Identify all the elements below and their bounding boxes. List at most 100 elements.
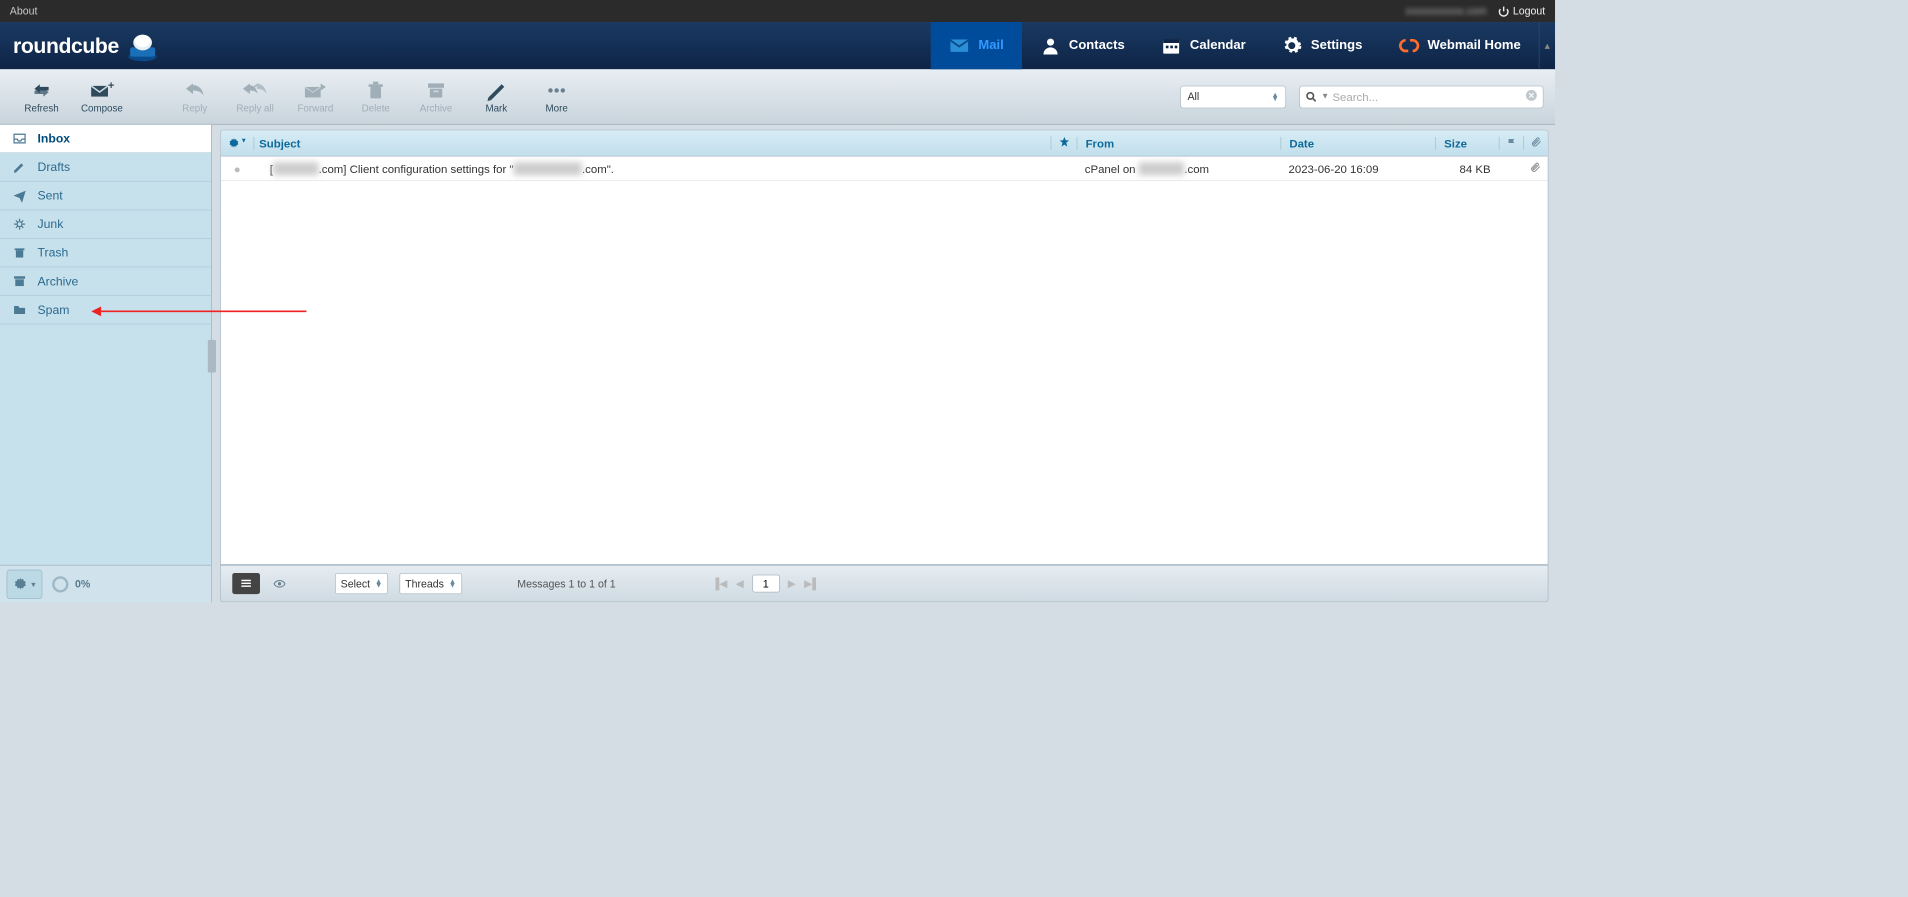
folder-trash[interactable]: Trash: [0, 239, 211, 268]
trash-folder-icon: [11, 245, 27, 260]
folder-inbox[interactable]: Inbox: [0, 125, 211, 154]
gear-icon: [1282, 35, 1303, 56]
star-icon: [1058, 136, 1069, 147]
search-icon: [1305, 90, 1318, 103]
reply-icon: [183, 79, 207, 100]
quota-circle-icon: [52, 576, 68, 592]
folder-archive[interactable]: Archive: [0, 267, 211, 296]
message-subject: [xxxxxxxx.com] Client configuration sett…: [253, 162, 1050, 175]
search-options-caret[interactable]: ▼: [1321, 92, 1329, 101]
main-area: Inbox Drafts Sent Junk Trash Archive: [0, 125, 1555, 603]
folder-icon: [11, 302, 27, 317]
contacts-icon: [1040, 35, 1061, 56]
folder-sidebar: Inbox Drafts Sent Junk Trash Archive: [0, 125, 212, 603]
last-page-button: ▶▌: [804, 577, 820, 590]
compose-icon: +: [90, 79, 114, 100]
more-button[interactable]: More: [526, 79, 586, 113]
folder-sent[interactable]: Sent: [0, 182, 211, 211]
column-star[interactable]: [1051, 136, 1077, 150]
delete-button: Delete: [346, 79, 406, 113]
gear-icon: [12, 576, 28, 592]
archive-folder-icon: [11, 274, 27, 289]
toolbar: Refresh + Compose Reply Reply all Forwar…: [0, 69, 1555, 124]
folder-drafts[interactable]: Drafts: [0, 153, 211, 182]
refresh-icon: [29, 79, 53, 100]
message-list: ▼ Subject From Date Size ● [xxx: [220, 130, 1548, 565]
gear-icon: [227, 137, 240, 150]
search-input[interactable]: [1332, 90, 1521, 103]
pager: ▐◀ ◀ ▶ ▶▌: [712, 575, 820, 593]
folder-junk[interactable]: Junk: [0, 210, 211, 239]
column-size[interactable]: Size: [1435, 137, 1499, 150]
compose-button[interactable]: + Compose: [72, 79, 132, 113]
sidebar-splitter[interactable]: [208, 340, 216, 373]
nav-tab-webmail-home[interactable]: Webmail Home: [1380, 22, 1538, 69]
list-options-button[interactable]: ▼: [221, 137, 254, 150]
message-from: cPanel on xxxxxxxx.com: [1077, 162, 1281, 175]
roundcube-logo-icon: [124, 27, 161, 64]
cpanel-icon: [1398, 35, 1419, 56]
annotation-arrow: [95, 311, 307, 313]
list-footer: Select ▲▼ Threads ▲▼ Messages 1 to 1 of …: [220, 565, 1548, 602]
sent-icon: [11, 188, 27, 203]
nav-tab-calendar[interactable]: Calendar: [1143, 22, 1264, 69]
attachment-icon: [1530, 136, 1541, 147]
calendar-icon: [1161, 35, 1182, 56]
first-page-button: ▐◀: [712, 577, 728, 590]
message-row[interactable]: ● [xxxxxxxx.com] Client configuration se…: [221, 156, 1548, 180]
more-icon: [544, 79, 568, 100]
flag-icon: [1507, 137, 1517, 147]
junk-icon: [11, 217, 27, 232]
nav-dropdown-caret[interactable]: ▴: [1539, 22, 1555, 69]
reply-all-icon: [243, 79, 267, 100]
svg-text:+: +: [108, 80, 114, 92]
forward-icon: [303, 79, 327, 100]
column-date[interactable]: Date: [1280, 137, 1435, 150]
column-from[interactable]: From: [1077, 137, 1281, 150]
archive-icon: [424, 79, 448, 100]
prev-page-button: ◀: [736, 577, 744, 590]
user-email: xxxxxxxxxxx.com: [1406, 5, 1487, 17]
sidebar-footer: ▼ 0%: [0, 565, 211, 602]
read-status-icon: ●: [221, 162, 254, 175]
list-icon: [239, 578, 254, 589]
pencil-icon: [11, 160, 27, 175]
reply-all-button: Reply all: [225, 79, 285, 113]
search-box: ▼: [1299, 85, 1544, 108]
top-bar: About xxxxxxxxxxx.com Logout: [0, 0, 1555, 22]
forward-button: Forward: [285, 79, 345, 113]
message-count-status: Messages 1 to 1 of 1: [517, 577, 615, 589]
message-date: 2023-06-20 16:09: [1280, 162, 1435, 175]
nav-bar: roundcube Mail Contacts Calendar Setting…: [0, 22, 1555, 69]
logout-link[interactable]: Logout: [1498, 5, 1545, 17]
select-dropdown[interactable]: Select ▲▼: [335, 573, 388, 594]
refresh-button[interactable]: Refresh: [11, 79, 71, 113]
nav-tab-mail[interactable]: Mail: [931, 22, 1022, 69]
column-attachment[interactable]: [1523, 136, 1547, 150]
message-attachment-icon: [1523, 161, 1547, 175]
reply-button: Reply: [165, 79, 225, 113]
mark-icon: [484, 79, 508, 100]
archive-button: Archive: [406, 79, 466, 113]
power-icon: [1498, 5, 1509, 16]
column-subject[interactable]: Subject: [253, 137, 1050, 150]
message-list-header: ▼ Subject From Date Size: [221, 130, 1548, 156]
folder-actions-button[interactable]: ▼: [7, 569, 43, 598]
logo: roundcube: [0, 22, 161, 69]
preview-toggle[interactable]: [271, 576, 287, 591]
quota-display: 0%: [52, 576, 90, 592]
list-view-toggle[interactable]: [232, 573, 260, 594]
mark-button[interactable]: Mark: [466, 79, 526, 113]
nav-tab-settings[interactable]: Settings: [1264, 22, 1381, 69]
inbox-icon: [11, 131, 27, 146]
mail-icon: [949, 35, 970, 56]
trash-icon: [363, 79, 387, 100]
search-clear-icon[interactable]: [1525, 89, 1538, 104]
column-flag[interactable]: [1499, 137, 1523, 150]
nav-tab-contacts[interactable]: Contacts: [1022, 22, 1143, 69]
page-input[interactable]: [752, 575, 780, 593]
threads-dropdown[interactable]: Threads ▲▼: [399, 573, 461, 594]
message-size: 84 KB: [1435, 162, 1499, 175]
filter-select[interactable]: All ▲▼: [1180, 85, 1286, 108]
about-link[interactable]: About: [10, 5, 38, 17]
